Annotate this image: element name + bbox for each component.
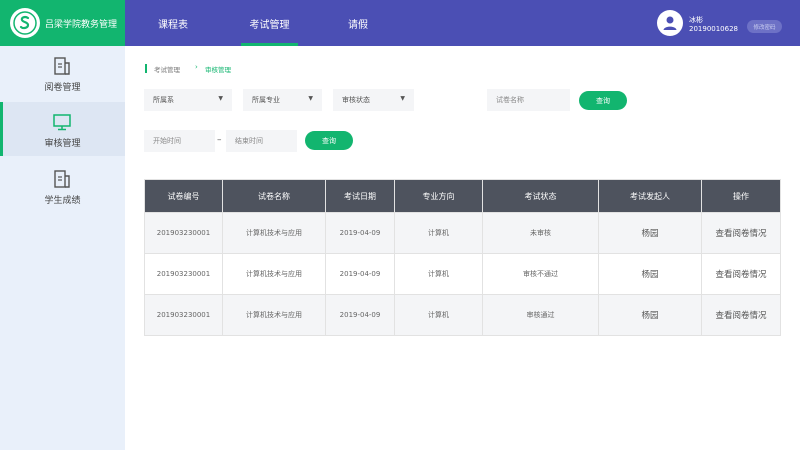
brand-bar: 吕梁学院教务管理 — [0, 0, 125, 46]
query-button[interactable]: 查询 — [579, 91, 627, 110]
review-status-select[interactable]: 审核状态 ▼ — [333, 89, 414, 111]
initiator-cell: 杨园 — [598, 212, 702, 254]
major-select[interactable]: 所属专业 ▼ — [243, 89, 322, 111]
sidebar-item-label: 阅卷管理 — [44, 83, 81, 93]
view-grading-link[interactable]: 查看阅卷情况 — [701, 212, 781, 254]
end-time-input[interactable] — [226, 130, 297, 152]
nav-tab-label: 请假 — [348, 19, 368, 31]
table-row: 201903230001 计算机技术与应用 2019-04-09 计算机 审核不… — [144, 253, 781, 295]
breadcrumb-current: 审核管理 — [205, 66, 231, 74]
exam-date-cell: 2019-04-09 — [325, 294, 395, 336]
paper-id-cell: 201903230001 — [144, 294, 223, 336]
paper-name-input[interactable] — [487, 89, 570, 111]
sidebar-item-label: 审核管理 — [44, 139, 81, 149]
sidebar-item-review[interactable]: 审核管理 — [0, 102, 125, 156]
caret-down-icon: ▼ — [218, 95, 223, 102]
caret-down-icon: ▼ — [400, 95, 405, 102]
major-cell: 计算机 — [394, 294, 483, 336]
breadcrumb-marker — [145, 64, 147, 73]
start-time-input[interactable] — [144, 130, 215, 152]
school-logo-icon — [10, 8, 40, 38]
change-password-button[interactable]: 修改密码 — [747, 20, 782, 33]
table-header-row: 试卷编号 试卷名称 考试日期 专业方向 考试状态 考试发起人 操作 — [144, 179, 781, 213]
paper-name-cell: 计算机技术与应用 — [222, 294, 326, 336]
caret-down-icon: ▼ — [308, 95, 313, 102]
user-avatar-icon[interactable] — [657, 10, 683, 36]
nav-tab-label: 课程表 — [158, 19, 188, 31]
paper-name-cell: 计算机技术与应用 — [222, 253, 326, 295]
select-value: 所属专业 — [252, 96, 280, 104]
nav-tab-schedule[interactable]: 课程表 — [125, 0, 221, 46]
column-header: 考试日期 — [325, 179, 395, 213]
major-cell: 计算机 — [394, 212, 483, 254]
view-grading-link[interactable]: 查看阅卷情况 — [701, 253, 781, 295]
user-id: 20190010628 — [689, 25, 738, 33]
table-row: 201903230001 计算机技术与应用 2019-04-09 计算机 未审核… — [144, 212, 781, 254]
initiator-cell: 杨园 — [598, 253, 702, 295]
exam-status-cell: 审核不通过 — [482, 253, 599, 295]
nav-tab-label: 考试管理 — [249, 19, 290, 31]
exam-review-table: 试卷编号 试卷名称 考试日期 专业方向 考试状态 考试发起人 操作 201903… — [144, 179, 781, 336]
nav-tab-exam-management[interactable]: 考试管理 — [241, 0, 298, 46]
column-header: 试卷编号 — [144, 179, 223, 213]
column-header: 专业方向 — [394, 179, 483, 213]
select-value: 审核状态 — [342, 96, 370, 104]
exam-status-cell: 未审核 — [482, 212, 599, 254]
exam-date-cell: 2019-04-09 — [325, 253, 395, 295]
sidebar-item-student-grades[interactable]: 学生成绩 — [0, 159, 125, 213]
sidebar-item-grading[interactable]: 阅卷管理 — [0, 46, 125, 100]
date-query-button[interactable]: 查询 — [305, 131, 353, 150]
sidebar-item-label: 学生成绩 — [44, 196, 81, 206]
breadcrumb-separator: › — [195, 63, 198, 71]
major-cell: 计算机 — [394, 253, 483, 295]
app-title: 吕梁学院教务管理 — [45, 19, 118, 30]
user-name: 冰彬 — [689, 16, 703, 24]
column-header: 试卷名称 — [222, 179, 326, 213]
column-header: 考试状态 — [482, 179, 599, 213]
document-icon — [54, 170, 70, 188]
department-select[interactable]: 所属系 ▼ — [144, 89, 232, 111]
date-range-separator: – — [217, 135, 222, 145]
exam-date-cell: 2019-04-09 — [325, 212, 395, 254]
column-header: 操作 — [701, 179, 781, 213]
breadcrumb-parent[interactable]: 考试管理 — [154, 64, 180, 74]
view-grading-link[interactable]: 查看阅卷情况 — [701, 294, 781, 336]
monitor-icon — [53, 114, 71, 131]
exam-status-cell: 审核通过 — [482, 294, 599, 336]
column-header: 考试发起人 — [598, 179, 702, 213]
sidebar: 阅卷管理 审核管理 学生成绩 — [0, 46, 125, 450]
paper-name-cell: 计算机技术与应用 — [222, 212, 326, 254]
nav-tab-leave[interactable]: 请假 — [330, 0, 386, 46]
initiator-cell: 杨园 — [598, 294, 702, 336]
paper-id-cell: 201903230001 — [144, 212, 223, 254]
document-icon — [54, 57, 70, 75]
select-value: 所属系 — [153, 96, 174, 104]
paper-id-cell: 201903230001 — [144, 253, 223, 295]
table-row: 201903230001 计算机技术与应用 2019-04-09 计算机 审核通… — [144, 294, 781, 336]
